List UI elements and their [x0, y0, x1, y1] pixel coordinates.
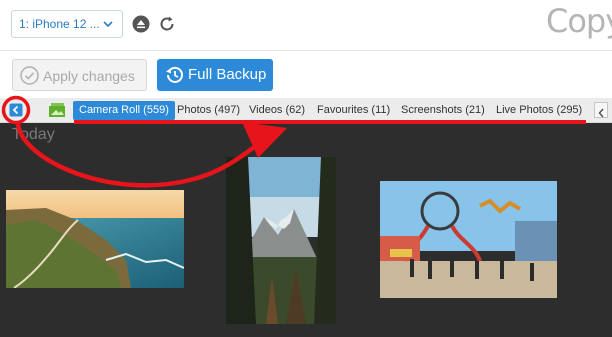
chevron-left-icon — [597, 105, 606, 123]
tab-screenshots[interactable]: Screenshots (21) — [401, 104, 485, 116]
tab-videos[interactable]: Videos (62) — [249, 104, 305, 116]
brand-logo: CopyT — [546, 2, 612, 40]
apply-changes-label: Apply changes — [43, 68, 135, 84]
sidebar-collapse-icon[interactable] — [9, 103, 23, 122]
photos-app-icon[interactable] — [47, 102, 67, 123]
tab-camera-roll[interactable]: Camera Roll (559) — [73, 101, 175, 120]
top-bar: 1: iPhone 12 ... CopyT — [0, 0, 612, 51]
photo-thumbnail-coast[interactable] — [6, 190, 184, 288]
history-icon — [165, 65, 185, 90]
tab-favourites[interactable]: Favourites (11) — [317, 104, 390, 116]
chevron-down-icon — [102, 16, 114, 35]
full-backup-button[interactable]: Full Backup — [157, 59, 273, 91]
refresh-icon[interactable] — [158, 15, 176, 33]
device-select[interactable]: 1: iPhone 12 ... — [11, 10, 123, 38]
device-select-value: 1: iPhone 12 ... — [19, 17, 100, 31]
section-label-today: Today — [12, 126, 55, 143]
photo-thumbnail-pier[interactable] — [380, 181, 557, 298]
check-circle-icon — [20, 66, 39, 90]
eject-icon[interactable] — [132, 15, 150, 33]
tab-photos[interactable]: Photos (497) — [177, 104, 240, 116]
full-backup-label: Full Backup — [188, 66, 267, 83]
scroll-left-button[interactable] — [594, 102, 608, 118]
apply-changes-button[interactable]: Apply changes — [12, 59, 147, 91]
tab-live-photos[interactable]: Live Photos (295) — [496, 104, 582, 116]
photo-thumbnail-forest[interactable] — [226, 157, 336, 324]
